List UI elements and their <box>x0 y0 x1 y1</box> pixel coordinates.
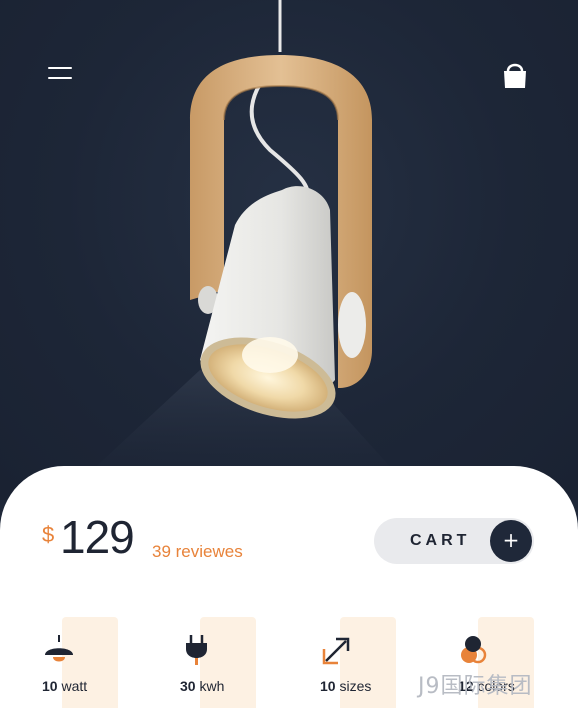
spec-colors: 12 colors <box>458 617 578 708</box>
menu-line-bottom <box>48 77 72 79</box>
resize-arrows-icon <box>322 637 350 665</box>
color-swatch-icon <box>461 636 487 664</box>
price-value: 129 <box>60 511 135 563</box>
pendant-lamp-image <box>60 0 420 500</box>
shopping-bag-icon <box>504 63 526 88</box>
spec-label: 10 sizes <box>320 678 372 694</box>
product-hero <box>0 0 578 500</box>
spec-label: 30 kwh <box>180 678 225 694</box>
currency-symbol: $ <box>42 522 55 547</box>
spec-label: 12 colors <box>458 678 515 694</box>
power-plug-icon <box>186 635 207 665</box>
lamp-shade-icon <box>45 635 73 662</box>
cart-label: CART <box>410 532 471 549</box>
spec-sizes: 10 sizes <box>320 617 440 708</box>
plus-icon[interactable]: + <box>490 520 532 562</box>
add-to-cart-button[interactable]: CART + <box>374 518 534 564</box>
menu-line-top <box>48 67 72 69</box>
spec-energy: 30 kwh <box>180 617 300 708</box>
spec-label: 10 watt <box>42 678 88 694</box>
spec-wattage: 10 watt <box>42 617 162 708</box>
menu-button[interactable] <box>44 62 76 86</box>
shopping-bag-button[interactable] <box>498 58 532 92</box>
reviews-link[interactable]: 39 reviewes <box>152 542 243 562</box>
